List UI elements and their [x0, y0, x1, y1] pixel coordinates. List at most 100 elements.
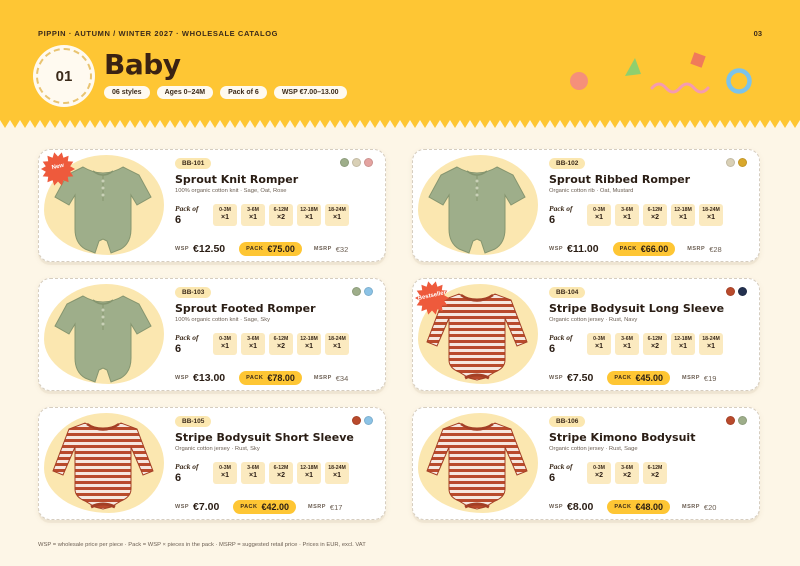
- catalog-eyebrow: PIPPIN · AUTUMN / WINTER 2027 · WHOLESAL…: [38, 29, 279, 38]
- wsp-price: €7.00: [193, 501, 220, 513]
- size-label: 12-18M: [300, 207, 318, 213]
- product-description: Organic cotton jersey · Rust, Navy: [549, 317, 638, 323]
- color-swatches: [352, 287, 373, 296]
- page-title: Baby: [104, 48, 181, 81]
- product-card[interactable]: New BB-101 Sprout Knit Romper 100% organ…: [38, 149, 386, 262]
- size-quantity: ×2: [651, 472, 659, 479]
- color-swatch[interactable]: [738, 158, 747, 167]
- pack-price-badge: PACK €42.00: [233, 500, 297, 514]
- size-quantity: ×1: [305, 343, 313, 350]
- size-cell: 12-18M ×1: [297, 462, 321, 484]
- color-swatch[interactable]: [726, 416, 735, 425]
- product-name[interactable]: Stripe Bodysuit Long Sleeve: [549, 302, 724, 315]
- msrp-price: €28: [709, 244, 722, 254]
- msrp-label: MSRP: [313, 246, 332, 252]
- wsp-price: €8.00: [567, 501, 594, 513]
- size-cell: 12-18M ×1: [671, 333, 695, 355]
- color-swatch[interactable]: [352, 416, 361, 425]
- size-cell: 3-6M ×1: [615, 204, 639, 226]
- size-label: 12-18M: [300, 465, 318, 471]
- pack-price: €42.00: [261, 502, 290, 512]
- size-quantity: ×1: [595, 343, 603, 350]
- wsp-price: €12.50: [193, 243, 226, 255]
- size-label: 3-6M: [247, 465, 259, 471]
- size-cell: 6-12M ×2: [643, 333, 667, 355]
- msrp-label: MSRP: [313, 375, 332, 381]
- msrp-price: €20: [703, 502, 717, 512]
- size-quantity: ×2: [623, 472, 631, 479]
- size-cell: 0-3M ×1: [213, 204, 237, 226]
- size-cell: 3-6M ×1: [241, 333, 265, 355]
- size-breakdown: 0-3M ×1 3-6M ×1 6-12M ×2 12-18M ×1 18-24…: [213, 333, 349, 355]
- price-row: WSP €8.00 PACK €48.00 MSRP €20: [549, 500, 716, 514]
- section-number-badge: 01: [36, 48, 92, 104]
- pill-wsp-range: WSP €7.00–13.00: [273, 86, 347, 99]
- size-quantity: ×1: [623, 214, 631, 221]
- size-cell: 18-24M ×1: [325, 204, 349, 226]
- pack-count: 6: [549, 343, 556, 355]
- pack-label: PACK: [614, 504, 632, 510]
- pack-price-badge: PACK €78.00: [239, 371, 302, 385]
- squiggle-shape-icon: [650, 82, 710, 94]
- size-cell: 12-18M ×1: [297, 204, 321, 226]
- pack-info: Pack of 6: [549, 462, 579, 484]
- product-name[interactable]: Sprout Knit Romper: [175, 173, 298, 186]
- color-swatch[interactable]: [340, 158, 349, 167]
- size-label: 3-6M: [621, 207, 633, 213]
- color-swatches: [726, 158, 747, 167]
- size-breakdown: 0-3M ×1 3-6M ×1 6-12M ×2 12-18M ×1 18-24…: [587, 204, 723, 226]
- msrp-label: MSRP: [687, 246, 706, 252]
- color-swatch[interactable]: [738, 287, 747, 296]
- msrp-price: €34: [335, 373, 349, 383]
- sku-tag: BB-105: [175, 416, 212, 427]
- size-cell: 3-6M ×1: [241, 462, 265, 484]
- color-swatch[interactable]: [352, 287, 361, 296]
- size-quantity: ×1: [249, 214, 257, 221]
- size-label: 12-18M: [674, 207, 692, 213]
- product-description: 100% organic cotton knit · Sage, Sky: [175, 317, 271, 323]
- size-cell: 18-24M ×1: [699, 333, 723, 355]
- msrp-label: MSRP: [308, 504, 326, 510]
- pack-count: 6: [549, 214, 556, 226]
- color-swatch[interactable]: [738, 416, 747, 425]
- pack-price: €66.00: [640, 244, 669, 254]
- price-row: WSP €7.50 PACK €45.00 MSRP €19: [549, 371, 716, 385]
- wsp-label: WSP: [175, 375, 190, 381]
- size-quantity: ×1: [249, 343, 257, 350]
- size-label: 0-3M: [593, 465, 605, 471]
- product-card[interactable]: Bestseller BB-104 Stripe Bodysuit Long S…: [412, 278, 760, 391]
- size-quantity: ×1: [333, 343, 341, 350]
- triangle-shape-icon: [625, 58, 641, 76]
- product-card[interactable]: BB-105 Stripe Bodysuit Short Sleeve Orga…: [38, 407, 386, 520]
- size-label: 6-12M: [647, 207, 663, 213]
- product-card[interactable]: BB-106 Stripe Kimono Bodysuit Organic co…: [412, 407, 760, 520]
- product-name[interactable]: Sprout Footed Romper: [175, 302, 316, 315]
- product-name[interactable]: Stripe Bodysuit Short Sleeve: [175, 431, 354, 444]
- size-label: 0-3M: [219, 336, 231, 342]
- color-swatch[interactable]: [352, 158, 361, 167]
- wsp-label: WSP: [549, 375, 564, 381]
- product-description: Organic cotton jersey · Rust, Sky: [175, 446, 260, 452]
- color-swatch[interactable]: [364, 416, 373, 425]
- color-swatch[interactable]: [726, 287, 735, 296]
- summary-pills: 06 styles Ages 0–24M Pack of 6 WSP €7.00…: [104, 86, 347, 99]
- pack-price: €48.00: [635, 502, 664, 512]
- pack-info: Pack of 6: [549, 204, 579, 226]
- pack-of-label: Pack of: [175, 204, 199, 213]
- product-name[interactable]: Sprout Ribbed Romper: [549, 173, 690, 186]
- wsp-label: WSP: [549, 246, 564, 252]
- product-card[interactable]: BB-103 Sprout Footed Romper 100% organic…: [38, 278, 386, 391]
- size-quantity: ×1: [333, 214, 341, 221]
- size-cell: 18-24M ×1: [699, 204, 723, 226]
- product-badge: New: [41, 152, 75, 186]
- color-swatch[interactable]: [364, 158, 373, 167]
- size-label: 18-24M: [328, 465, 346, 471]
- color-swatch[interactable]: [726, 158, 735, 167]
- size-cell: 18-24M ×1: [325, 462, 349, 484]
- size-cell: 0-3M ×2: [587, 462, 611, 484]
- pack-info: Pack of 6: [549, 333, 579, 355]
- product-card[interactable]: BB-102 Sprout Ribbed Romper Organic cott…: [412, 149, 760, 262]
- romper-garment-icon: [54, 295, 152, 383]
- product-name[interactable]: Stripe Kimono Bodysuit: [549, 431, 695, 444]
- color-swatch[interactable]: [364, 287, 373, 296]
